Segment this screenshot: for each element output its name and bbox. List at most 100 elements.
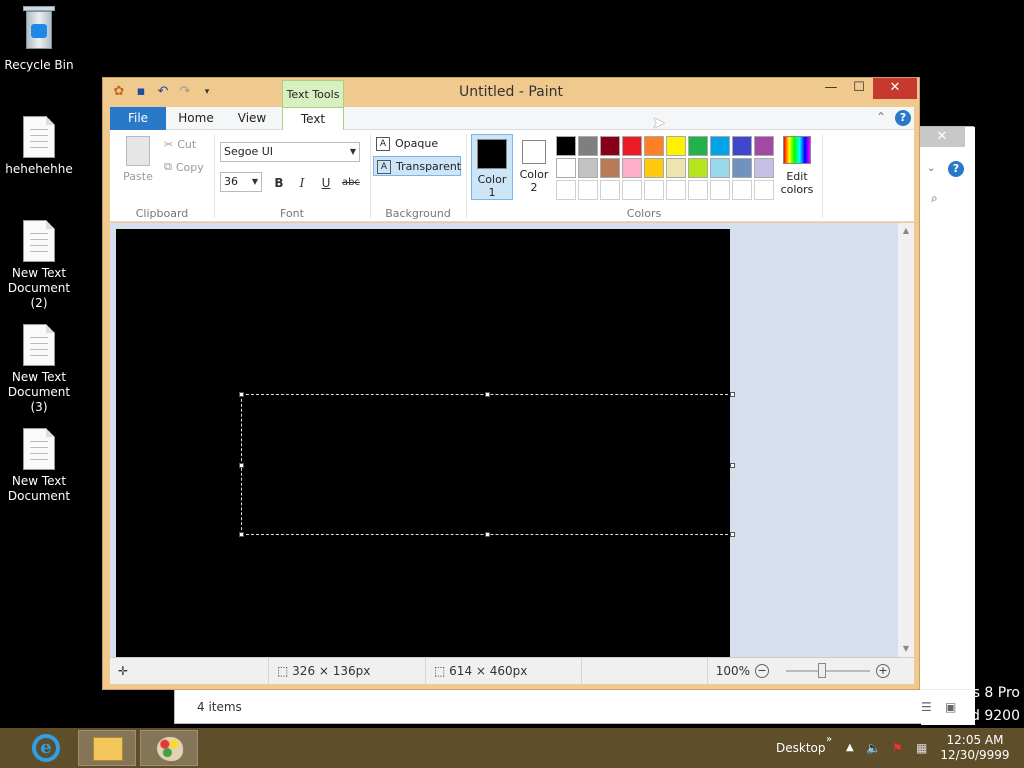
- help-icon[interactable]: ?: [895, 110, 911, 126]
- resize-handle[interactable]: [730, 532, 735, 537]
- taskbar-internet-explorer[interactable]: e: [16, 730, 74, 766]
- search-icon[interactable]: ⌕: [931, 191, 938, 206]
- taskbar: e Desktop » ▲ 🔈 ⚑ ▦ 12:05 AM 12/30/9999: [0, 728, 1024, 768]
- resize-handle[interactable]: [730, 463, 735, 468]
- transparent-button[interactable]: A Transparent: [373, 156, 461, 176]
- palette-swatch[interactable]: [578, 180, 598, 200]
- desktop-toolbar-label[interactable]: Desktop: [776, 728, 826, 768]
- explorer-close-button[interactable]: ✕: [919, 127, 965, 147]
- toolbar-expand-icon[interactable]: »: [826, 720, 832, 760]
- zoom-slider-thumb[interactable]: [818, 663, 826, 678]
- action-center-flag-icon[interactable]: ⚑: [892, 728, 903, 768]
- palette-swatch[interactable]: [710, 180, 730, 200]
- palette-swatch[interactable]: [600, 180, 620, 200]
- resize-handle[interactable]: [239, 463, 244, 468]
- palette-swatch[interactable]: [556, 136, 576, 156]
- zoom-in-button[interactable]: +: [876, 664, 890, 678]
- desktop-icon-new-text-document-3[interactable]: New Text Document (3): [0, 324, 78, 415]
- transparent-label: Transparent: [396, 160, 462, 173]
- desktop-icon-new-text-document[interactable]: New Text Document: [0, 428, 78, 504]
- resize-handle[interactable]: [730, 392, 735, 397]
- opaque-button[interactable]: A Opaque: [373, 134, 461, 154]
- palette-swatch[interactable]: [600, 136, 620, 156]
- scroll-up-icon[interactable]: ▲: [898, 223, 914, 239]
- palette-swatch[interactable]: [622, 158, 642, 178]
- clock-date: 12/30/9999: [940, 748, 1010, 762]
- palette-swatch[interactable]: [732, 136, 752, 156]
- tab-file[interactable]: File: [110, 107, 166, 130]
- resize-handle[interactable]: [485, 392, 490, 397]
- paint-titlebar[interactable]: ✿ ▪ ↶ ↷ ▾ Text Tools Untitled - Paint — …: [103, 78, 919, 107]
- window-title: Untitled - Paint: [459, 84, 563, 100]
- palette-swatch[interactable]: [710, 136, 730, 156]
- font-size-select[interactable]: 36 ▼: [220, 172, 262, 192]
- details-view-icon[interactable]: ☰: [921, 700, 932, 714]
- palette-swatch[interactable]: [754, 136, 774, 156]
- help-icon[interactable]: ?: [948, 161, 964, 177]
- tab-home[interactable]: Home: [168, 107, 224, 130]
- palette-swatch[interactable]: [732, 180, 752, 200]
- palette-swatch[interactable]: [578, 136, 598, 156]
- paste-button[interactable]: Paste: [120, 136, 156, 183]
- palette-swatch[interactable]: [754, 180, 774, 200]
- desktop-icon-hehehehhe[interactable]: hehehehhe: [0, 116, 78, 177]
- taskbar-file-explorer[interactable]: [78, 730, 136, 766]
- palette-swatch[interactable]: [578, 158, 598, 178]
- palette-swatch[interactable]: [666, 180, 686, 200]
- strikethrough-button[interactable]: abc: [339, 174, 363, 192]
- text-selection-box[interactable]: [239, 392, 735, 537]
- font-family-select[interactable]: Segoe UI ▼: [220, 142, 360, 162]
- cut-button[interactable]: ✂ Cut: [164, 138, 196, 151]
- tab-text[interactable]: Text: [282, 107, 344, 131]
- zoom-slider-track[interactable]: [786, 670, 870, 672]
- volume-muted-icon[interactable]: 🔈: [866, 728, 881, 768]
- vertical-scrollbar[interactable]: ▲ ▼: [898, 223, 914, 657]
- resize-handle[interactable]: [239, 532, 244, 537]
- resize-handle[interactable]: [239, 392, 244, 397]
- minimize-ribbon-icon[interactable]: ⌃: [876, 110, 886, 124]
- palette-swatch[interactable]: [666, 158, 686, 178]
- close-button[interactable]: ✕: [873, 78, 917, 99]
- show-hidden-icons-icon[interactable]: ▲: [846, 728, 854, 768]
- image-size-value: 614 × 460px: [449, 664, 528, 678]
- zoom-out-button[interactable]: −: [755, 664, 769, 678]
- chevron-down-icon[interactable]: ⌄: [927, 163, 935, 174]
- scissors-icon: ✂: [164, 138, 174, 151]
- desktop-icon-recycle-bin[interactable]: Recycle Bin: [0, 6, 78, 73]
- copy-button[interactable]: ⧉ Copy: [164, 160, 204, 174]
- color1-button[interactable]: Color 1: [471, 134, 513, 200]
- bold-button[interactable]: B: [270, 174, 288, 192]
- palette-swatch[interactable]: [644, 158, 664, 178]
- scroll-down-icon[interactable]: ▼: [898, 641, 914, 657]
- palette-swatch[interactable]: [556, 180, 576, 200]
- palette-swatch[interactable]: [688, 136, 708, 156]
- taskbar-clock[interactable]: 12:05 AM 12/30/9999: [940, 733, 1010, 763]
- palette-swatch[interactable]: [644, 180, 664, 200]
- network-icon[interactable]: ▦: [916, 728, 927, 768]
- resize-handle[interactable]: [485, 532, 490, 537]
- desktop-icon-new-text-document-2[interactable]: New Text Document (2): [0, 220, 78, 311]
- palette-swatch[interactable]: [666, 136, 686, 156]
- underline-button[interactable]: U: [317, 174, 335, 192]
- palette-swatch[interactable]: [688, 180, 708, 200]
- palette-swatch[interactable]: [622, 136, 642, 156]
- palette-swatch[interactable]: [754, 158, 774, 178]
- palette-swatch[interactable]: [556, 158, 576, 178]
- group-label-font: Font: [280, 207, 304, 220]
- minimize-button[interactable]: —: [817, 78, 845, 99]
- italic-button[interactable]: I: [293, 174, 311, 192]
- large-icons-view-icon[interactable]: ▣: [945, 700, 956, 714]
- taskbar-paint[interactable]: [140, 730, 198, 766]
- palette-swatch[interactable]: [644, 136, 664, 156]
- edit-colors-button[interactable]: Edit colors: [777, 136, 817, 196]
- zoom-level: 100%: [715, 664, 750, 678]
- text-document-icon: [23, 220, 55, 262]
- maximize-button[interactable]: ☐: [845, 78, 873, 99]
- palette-swatch[interactable]: [600, 158, 620, 178]
- palette-swatch[interactable]: [688, 158, 708, 178]
- palette-swatch[interactable]: [710, 158, 730, 178]
- tab-view[interactable]: View: [224, 107, 280, 130]
- palette-swatch[interactable]: [732, 158, 752, 178]
- palette-swatch[interactable]: [622, 180, 642, 200]
- color2-button[interactable]: Color 2: [513, 134, 555, 200]
